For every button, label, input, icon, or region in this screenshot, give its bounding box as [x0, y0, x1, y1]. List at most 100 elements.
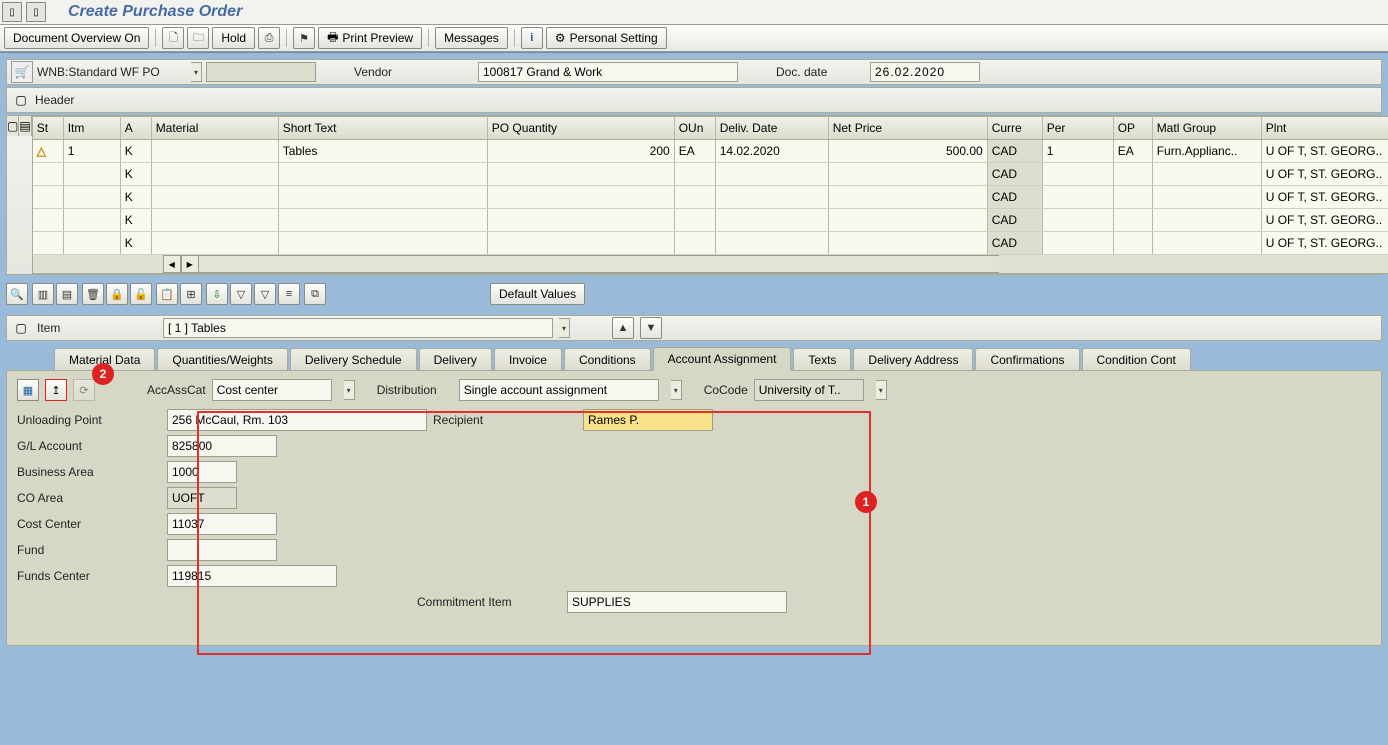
- cell-a[interactable]: K: [121, 209, 152, 231]
- cell-plnt[interactable]: U OF T, ST. GEORG..: [1262, 186, 1388, 208]
- table-row[interactable]: K CAD U OF T, ST. GEORG..: [33, 232, 1388, 255]
- col-per[interactable]: Per: [1043, 117, 1114, 139]
- personal-setting-button[interactable]: ⚙ Personal Setting: [546, 27, 667, 49]
- cell-itm[interactable]: [64, 186, 121, 208]
- collapse-items-icon[interactable]: ▢: [7, 116, 19, 136]
- table-row[interactable]: △1KTables200EA14.02.2020500.00CAD1EAFurn…: [33, 140, 1388, 163]
- filter2-icon[interactable]: ▽: [254, 283, 276, 305]
- create-icon[interactable]: 🗋: [162, 27, 184, 49]
- layout-icon[interactable]: ▯: [2, 2, 22, 22]
- tab-texts[interactable]: Texts: [793, 348, 851, 371]
- cell-a[interactable]: K: [121, 163, 152, 185]
- vendor-field[interactable]: 100817 Grand & Work: [478, 62, 738, 82]
- select-all-icon[interactable]: ▤: [19, 116, 31, 136]
- info-icon[interactable]: i: [521, 27, 543, 49]
- cell-ddate[interactable]: [716, 163, 829, 185]
- gl-field[interactable]: 825800: [167, 435, 277, 457]
- cell-cur[interactable]: CAD: [988, 163, 1043, 185]
- cell-mgrp[interactable]: [1153, 186, 1262, 208]
- cell-op[interactable]: [1114, 209, 1153, 231]
- cell-np[interactable]: 500.00: [829, 140, 988, 162]
- cell-st[interactable]: [33, 232, 64, 254]
- unloading-field[interactable]: 256 McCaul, Rm. 103: [167, 409, 427, 431]
- cell-ddate[interactable]: [716, 186, 829, 208]
- cell-itm[interactable]: 1: [64, 140, 121, 162]
- cell-mat[interactable]: [152, 140, 279, 162]
- table-row[interactable]: KCADU OF T, ST. GEORG..: [33, 163, 1388, 186]
- details-icon[interactable]: 🔍: [6, 283, 28, 305]
- cell-cur[interactable]: CAD: [988, 140, 1043, 162]
- table-view-icon[interactable]: ▦: [17, 379, 39, 401]
- accasscat-dropdown[interactable]: ▾: [344, 380, 355, 400]
- export-icon[interactable]: ⇩: [206, 283, 228, 305]
- cell-qty[interactable]: [488, 163, 675, 185]
- ci-field[interactable]: SUPPLIES: [567, 591, 787, 613]
- cell-cur[interactable]: CAD: [988, 186, 1043, 208]
- col-delivdate[interactable]: Deliv. Date: [716, 117, 829, 139]
- cell-mgrp[interactable]: [1153, 209, 1262, 231]
- cc-field[interactable]: 11037: [167, 513, 277, 535]
- cell-st[interactable]: △: [33, 140, 64, 162]
- col-status[interactable]: St: [33, 117, 64, 139]
- cell-oun[interactable]: [675, 163, 716, 185]
- docdate-field[interactable]: 26.02.2020: [870, 62, 980, 82]
- distribution-dropdown[interactable]: ▾: [671, 380, 682, 400]
- tab-account-assignment[interactable]: Account Assignment: [653, 347, 792, 371]
- cell-op[interactable]: [1114, 186, 1153, 208]
- cell-per[interactable]: [1043, 186, 1114, 208]
- cell-qty[interactable]: [488, 186, 675, 208]
- item-prev-icon[interactable]: ▲: [612, 317, 634, 339]
- cell-oun[interactable]: [675, 186, 716, 208]
- addl-planning-icon[interactable]: ⧉: [304, 283, 326, 305]
- cell-per[interactable]: [1043, 232, 1114, 254]
- cell-mgrp[interactable]: [1153, 232, 1262, 254]
- cell-a[interactable]: K: [121, 232, 152, 254]
- cell-oun[interactable]: EA: [675, 140, 716, 162]
- cell-qty[interactable]: [488, 209, 675, 231]
- other-po-icon[interactable]: 🗀: [187, 27, 209, 49]
- tab-conditions[interactable]: Conditions: [564, 348, 651, 371]
- layout2-icon[interactable]: ▯: [26, 2, 46, 22]
- recipient-field[interactable]: Rames P.: [583, 409, 713, 431]
- po-type-dropdown[interactable]: ▾: [191, 62, 202, 82]
- cell-qty[interactable]: 200: [488, 140, 675, 162]
- copy-icon[interactable]: 📋: [156, 283, 178, 305]
- select-all-btn[interactable]: ▥: [32, 283, 54, 305]
- cell-mat[interactable]: [152, 209, 279, 231]
- fc-field[interactable]: 119815: [167, 565, 337, 587]
- cell-np[interactable]: [829, 186, 988, 208]
- cell-oun[interactable]: [675, 232, 716, 254]
- collapse-item-icon[interactable]: ▢: [11, 318, 31, 338]
- cell-plnt[interactable]: U OF T, ST. GEORG..: [1262, 232, 1388, 254]
- unlock-icon[interactable]: 🔓: [130, 283, 152, 305]
- cell-op[interactable]: [1114, 163, 1153, 185]
- fund-field[interactable]: [167, 539, 277, 561]
- cell-sht[interactable]: [279, 186, 488, 208]
- col-material[interactable]: Material: [152, 117, 279, 139]
- deselect-all-btn[interactable]: ▤: [56, 283, 78, 305]
- cell-sht[interactable]: [279, 232, 488, 254]
- grid-settings-icon[interactable]: ⊞: [180, 283, 202, 305]
- cell-qty[interactable]: [488, 232, 675, 254]
- cell-np[interactable]: [829, 232, 988, 254]
- park-icon[interactable]: ⎙: [258, 27, 280, 49]
- att-icon[interactable]: ≡: [278, 283, 300, 305]
- item-selector-dropdown[interactable]: ▾: [559, 318, 570, 338]
- cell-mat[interactable]: [152, 232, 279, 254]
- cell-mat[interactable]: [152, 186, 279, 208]
- default-values-button[interactable]: Default Values: [490, 283, 585, 305]
- hold-button[interactable]: Hold: [212, 27, 255, 49]
- cell-st[interactable]: [33, 209, 64, 231]
- col-item[interactable]: Itm: [64, 117, 121, 139]
- cell-st[interactable]: [33, 163, 64, 185]
- cell-cur[interactable]: CAD: [988, 232, 1043, 254]
- tab-delivery-address[interactable]: Delivery Address: [853, 348, 973, 371]
- cell-np[interactable]: [829, 163, 988, 185]
- col-matlgroup[interactable]: Matl Group: [1153, 117, 1262, 139]
- col-shorttext[interactable]: Short Text: [279, 117, 488, 139]
- tab-condition-cont[interactable]: Condition Cont: [1082, 348, 1191, 371]
- cell-sht[interactable]: [279, 209, 488, 231]
- cell-plnt[interactable]: U OF T, ST. GEORG..: [1262, 209, 1388, 231]
- cell-sht[interactable]: Tables: [279, 140, 488, 162]
- repeat-on-icon[interactable]: ↥: [45, 379, 67, 401]
